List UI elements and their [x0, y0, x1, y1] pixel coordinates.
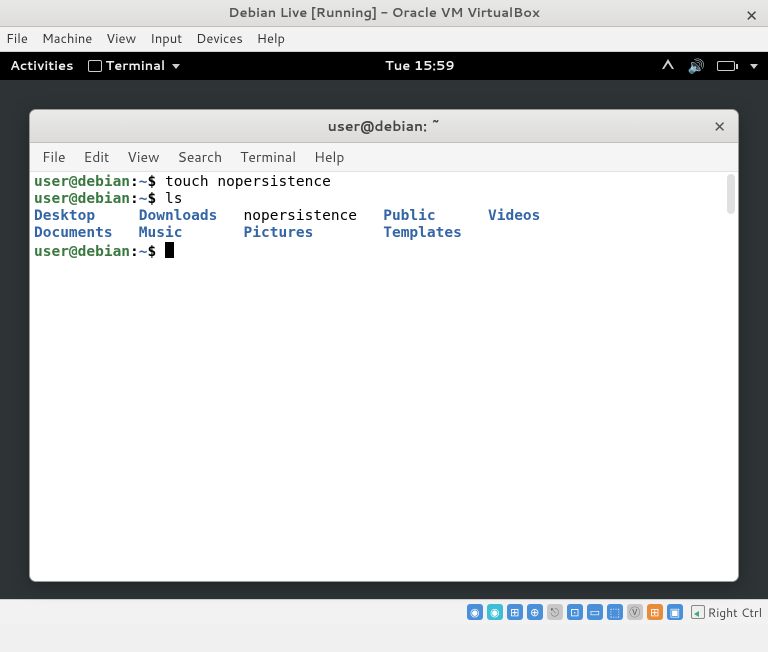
terminal-close-button[interactable]: ✕ — [713, 116, 726, 137]
vbox-host-key[interactable]: Right Ctrl — [691, 604, 762, 621]
terminal-window: user@debian: ~ ✕ File Edit View Search T… — [29, 109, 739, 582]
vbox-menu-help[interactable]: Help — [257, 30, 285, 48]
vbox-statusbar: ◉ ◉ ⊞ ⊕ ⎋ ⊡ ▭ ⬚ Ⓥ ⊞ ▣ Right Ctrl — [0, 599, 768, 624]
vbox-usb-icon[interactable]: ⎋ — [547, 604, 563, 620]
vbox-shared-icon[interactable]: ⊡ — [567, 604, 583, 620]
terminal-icon — [88, 60, 102, 72]
vbox-video-icon[interactable]: ⬚ — [607, 604, 623, 620]
activities-button[interactable]: Activities — [10, 57, 74, 75]
terminal-menu-search[interactable]: Search — [178, 147, 223, 167]
terminal-scrollbar[interactable] — [725, 172, 737, 581]
vbox-close-button[interactable]: ✕ — [745, 5, 758, 26]
gnome-topbar: Activities Terminal Tue 15:59 🔊 — [0, 52, 768, 80]
app-menu[interactable]: Terminal — [88, 57, 181, 75]
vbox-vrde-icon[interactable]: Ⓥ — [627, 604, 643, 620]
terminal-menu-file[interactable]: File — [42, 147, 66, 167]
vbox-window-title: Debian Live [Running] - Oracle VM Virtua… — [228, 4, 539, 22]
vbox-menu-input[interactable]: Input — [150, 30, 182, 48]
app-menu-label: Terminal — [106, 57, 166, 75]
terminal-menu-help[interactable]: Help — [314, 147, 344, 167]
vbox-menu-devices[interactable]: Devices — [196, 30, 243, 48]
host-key-label: Right Ctrl — [708, 604, 762, 621]
network-icon[interactable] — [660, 57, 676, 76]
vbox-cpu-icon[interactable]: ▣ — [667, 604, 683, 620]
volume-icon[interactable]: 🔊 — [688, 56, 705, 76]
guest-desktop: user@debian: ~ ✕ File Edit View Search T… — [0, 80, 768, 599]
terminal-window-title: user@debian: ~ — [328, 116, 441, 136]
chevron-down-icon — [169, 57, 180, 75]
vbox-menubar: File Machine View Input Devices Help — [0, 27, 768, 52]
terminal-menu-view[interactable]: View — [127, 147, 159, 167]
clock[interactable]: Tue 15:59 — [385, 57, 455, 75]
vbox-titlebar: Debian Live [Running] - Oracle VM Virtua… — [0, 0, 768, 27]
host-key-icon — [691, 605, 705, 619]
terminal-menubar: File Edit View Search Terminal Help — [30, 143, 738, 172]
vbox-audio-icon[interactable]: ⊞ — [507, 604, 523, 620]
terminal-body[interactable]: user@debian:~$ touch nopersistence user@… — [30, 172, 738, 581]
vbox-optical-icon[interactable]: ◉ — [487, 604, 503, 620]
vbox-menu-file[interactable]: File — [6, 30, 28, 48]
terminal-titlebar[interactable]: user@debian: ~ ✕ — [30, 110, 738, 143]
vbox-hdd-icon[interactable]: ◉ — [467, 604, 483, 620]
battery-icon[interactable] — [717, 61, 735, 71]
terminal-scrollbar-thumb[interactable] — [727, 174, 735, 214]
vbox-record-icon[interactable]: ⊞ — [647, 604, 663, 620]
vbox-network-icon[interactable]: ⊕ — [527, 604, 543, 620]
terminal-menu-edit[interactable]: Edit — [84, 147, 110, 167]
vbox-menu-view[interactable]: View — [106, 30, 136, 48]
vbox-menu-machine[interactable]: Machine — [42, 30, 92, 48]
system-menu-chevron-icon[interactable] — [747, 57, 758, 75]
vbox-display-icon[interactable]: ▭ — [587, 604, 603, 620]
terminal-menu-terminal[interactable]: Terminal — [240, 147, 296, 167]
